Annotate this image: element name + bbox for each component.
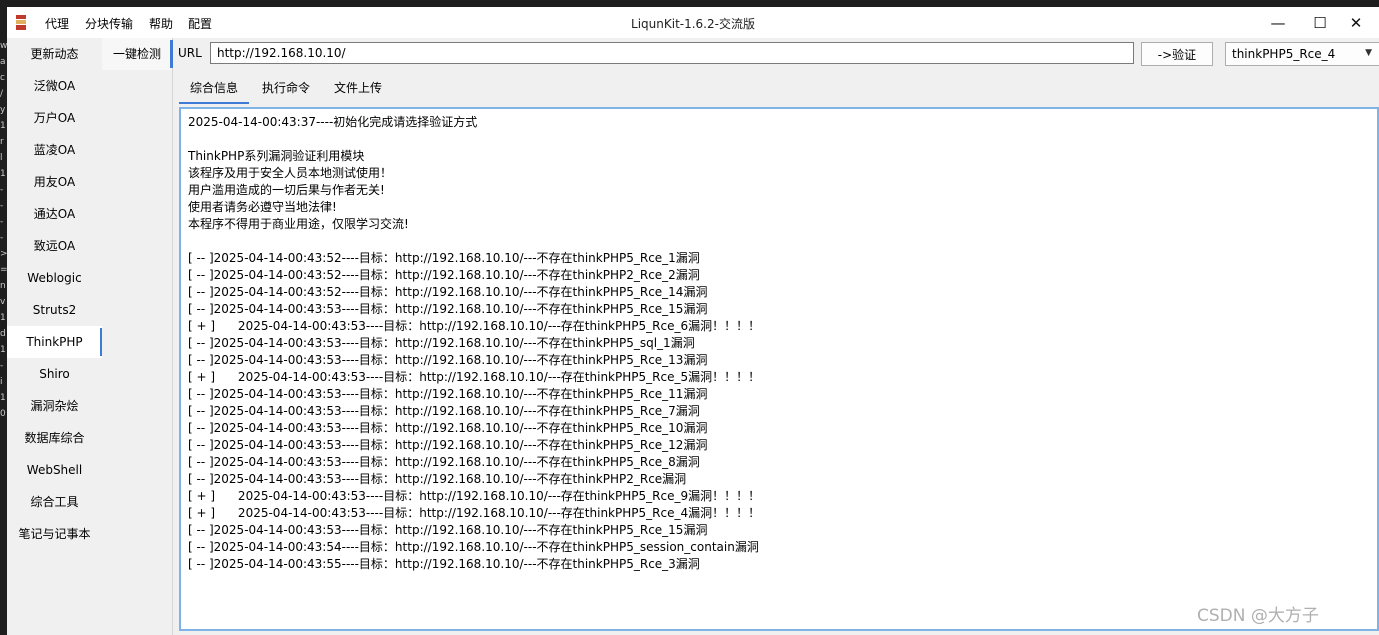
output-line: [ -- ]2025-04-14-00:43:53----目标：http://1… xyxy=(188,336,695,350)
title-bar: 代理 分块传输 帮助 配置 LiqunKit-1.6.2-交流版 — ☐ ✕ xyxy=(7,7,1379,38)
sub-sidebar: 一键检测 xyxy=(102,38,173,635)
url-input[interactable] xyxy=(210,42,1134,64)
sidebar-item[interactable]: Weblogic xyxy=(7,262,102,294)
app-window: 代理 分块传输 帮助 配置 LiqunKit-1.6.2-交流版 — ☐ ✕ 更… xyxy=(7,7,1379,635)
output-line: 使用者请务必遵守当地法律! xyxy=(188,200,337,214)
watermark: CSDN @大方子 xyxy=(1197,606,1319,626)
output-line: [ -- ]2025-04-14-00:43:53----目标：http://1… xyxy=(188,404,700,418)
background-glyph: 1 xyxy=(0,345,6,355)
output-line: [ -- ]2025-04-14-00:43:53----目标：http://1… xyxy=(188,353,708,367)
output-line: [ -- ]2025-04-14-00:43:55----目标：http://1… xyxy=(188,557,700,571)
sidebar-item[interactable]: 泛微OA xyxy=(7,70,102,102)
output-line: ThinkPHP系列漏洞验证利用模块 xyxy=(188,149,365,163)
minimize-button[interactable]: — xyxy=(1255,7,1301,38)
sidebar-item[interactable]: 更新动态 xyxy=(7,38,102,70)
exploit-select-value: thinkPHP5_Rce_4 xyxy=(1232,47,1336,61)
sidebar-item[interactable]: 笔记与记事本 xyxy=(7,518,102,550)
background-glyph: = xyxy=(0,265,7,275)
background-glyph: 1 xyxy=(0,121,6,131)
desktop-background xyxy=(0,0,1379,7)
background-glyph: r xyxy=(0,137,4,147)
background-glyph: n xyxy=(0,281,6,291)
background-glyph: 1 xyxy=(0,169,6,179)
output-line: [ -- ]2025-04-14-00:43:53----目标：http://1… xyxy=(188,421,708,435)
sidebar-item[interactable]: 数据库综合 xyxy=(7,422,102,454)
output-line: 本程序不得用于商业用途，仅限学习交流! xyxy=(188,217,409,231)
background-glyph: - xyxy=(0,185,4,195)
sidebar-item[interactable]: Struts2 xyxy=(7,294,102,326)
output-line: [ -- ]2025-04-14-00:43:52----目标：http://1… xyxy=(188,251,700,265)
output-line: [ -- ]2025-04-14-00:43:52----目标：http://1… xyxy=(188,285,708,299)
background-glyph: / xyxy=(0,89,4,99)
window-title: LiqunKit-1.6.2-交流版 xyxy=(631,17,755,31)
background-glyph: - xyxy=(0,233,4,243)
sidebar-item[interactable]: 漏洞杂烩 xyxy=(7,390,102,422)
maximize-icon: ☐ xyxy=(1313,13,1327,32)
background-glyph: 1 xyxy=(0,393,6,403)
close-icon: ✕ xyxy=(1349,13,1363,32)
sidebar-item[interactable]: 通达OA xyxy=(7,198,102,230)
output-line: [ -- ]2025-04-14-00:43:52----目标：http://1… xyxy=(188,268,700,282)
background-glyph: l xyxy=(0,153,3,163)
background-glyph: w xyxy=(0,41,7,51)
output-line: [ + ] 2025-04-14-00:43:53----目标：http://1… xyxy=(188,370,761,384)
sidebar-item[interactable]: ThinkPHP xyxy=(7,326,103,358)
sidebar-item[interactable]: Shiro xyxy=(7,358,102,390)
tab-overview[interactable]: 综合信息 xyxy=(179,74,249,103)
output-line: [ -- ]2025-04-14-00:43:53----目标：http://1… xyxy=(188,438,708,452)
minimize-icon: — xyxy=(1270,13,1286,32)
background-glyph: 1 xyxy=(0,313,6,323)
menu-chunked-transfer[interactable]: 分块传输 xyxy=(85,15,133,32)
background-glyph: > xyxy=(0,249,7,259)
background-glyph: - xyxy=(0,201,4,211)
output-line: [ -- ]2025-04-14-00:43:53----目标：http://1… xyxy=(188,302,708,316)
background-glyph: - xyxy=(0,361,4,371)
output-line: [ -- ]2025-04-14-00:43:53----目标：http://1… xyxy=(188,455,700,469)
output-line: [ + ] 2025-04-14-00:43:53----目标：http://1… xyxy=(188,319,761,333)
verify-button[interactable]: ->验证 xyxy=(1141,42,1213,66)
chevron-down-icon: ▼ xyxy=(1365,48,1372,58)
tab-exec-command[interactable]: 执行命令 xyxy=(253,74,319,103)
background-glyph: c xyxy=(0,73,5,83)
background-glyph: 0 xyxy=(0,409,6,419)
background-glyph: y xyxy=(0,105,6,115)
output-textarea[interactable]: 2025-04-14-00:43:37----初始化完成请选择验证方式 Think… xyxy=(179,107,1379,631)
tab-file-upload[interactable]: 文件上传 xyxy=(325,74,391,103)
background-window-sliver: w a c / y 1 r l 1 - - - - > = n v 1 d 1 - i 1 0 xyxy=(0,0,7,635)
menu-config[interactable]: 配置 xyxy=(188,15,212,32)
background-glyph: v xyxy=(0,297,6,307)
sidebar-item[interactable]: WebShell xyxy=(7,454,102,486)
exploit-select[interactable]: thinkPHP5_Rce_4 ▼ xyxy=(1225,42,1379,66)
menu-help[interactable]: 帮助 xyxy=(149,15,173,32)
sidebar-item[interactable]: 万户OA xyxy=(7,102,102,134)
output-line: 该程序及用于安全人员本地测试使用！ xyxy=(188,166,393,180)
output-line: [ + ] 2025-04-14-00:43:53----目标：http://1… xyxy=(188,489,761,503)
sub-item-one-click-check[interactable]: 一键检测 xyxy=(102,38,173,70)
output-line: [ -- ]2025-04-14-00:43:53----目标：http://1… xyxy=(188,387,708,401)
url-label: URL xyxy=(178,46,202,60)
output-line: [ -- ]2025-04-14-00:43:53----目标：http://1… xyxy=(188,523,708,537)
sidebar-item[interactable]: 蓝凌OA xyxy=(7,134,102,166)
app-icon xyxy=(16,15,26,30)
output-line: [ -- ]2025-04-14-00:43:53----目标：http://1… xyxy=(188,472,687,486)
menu-proxy[interactable]: 代理 xyxy=(45,15,69,32)
sidebar-item[interactable]: 致远OA xyxy=(7,230,102,262)
output-line: [ -- ]2025-04-14-00:43:54----目标：http://1… xyxy=(188,540,759,554)
sidebar-item[interactable]: 用友OA xyxy=(7,166,102,198)
background-glyph: d xyxy=(0,329,6,339)
output-line: 2025-04-14-00:43:37----初始化完成请选择验证方式 xyxy=(188,115,478,129)
background-glyph: - xyxy=(0,217,4,227)
background-glyph: i xyxy=(0,377,3,387)
sidebar-item[interactable]: 综合工具 xyxy=(7,486,102,518)
close-button[interactable]: ✕ xyxy=(1333,7,1379,38)
active-tab-indicator xyxy=(179,102,249,104)
background-glyph: a xyxy=(0,57,6,67)
sidebar: 更新动态 泛微OA 万户OA 蓝凌OA 用友OA 通达OA 致远OA Weblogic Stru… xyxy=(7,38,103,635)
output-line: [ + ] 2025-04-14-00:43:53----目标：http://1… xyxy=(188,506,761,520)
output-lines: 2025-04-14-00:43:37----初始化完成请选择验证方式 Think… xyxy=(188,114,760,573)
output-line: 用户滥用造成的一切后果与作者无关! xyxy=(188,183,385,197)
